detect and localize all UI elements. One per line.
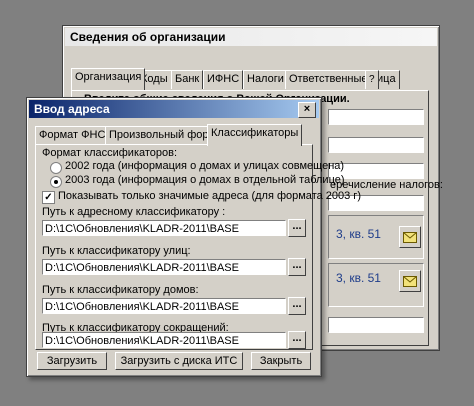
radio-2003-label: 2003 года (информация о домах в отдельно… <box>65 174 345 186</box>
streets-classifier-browse-button[interactable]: ... <box>288 258 306 276</box>
classifier-format-label: Формат классификаторов: <box>42 147 178 159</box>
legal-address-text: 3, кв. 51 <box>336 227 381 241</box>
tab-responsible-persons[interactable]: Ответственные лица <box>285 70 400 89</box>
help-icon[interactable]: ? <box>365 70 379 89</box>
tab-organization[interactable]: Организация <box>71 68 146 90</box>
dialog-title-text: Ввод адреса <box>34 102 110 116</box>
tab-ifns[interactable]: ИФНС <box>203 70 244 89</box>
classifiers-tab-body: Формат классификаторов: 2002 года (инфор… <box>35 144 361 350</box>
abbreviations-classifier-browse-button[interactable]: ... <box>288 331 306 349</box>
tab-taxes[interactable]: Налоги <box>243 70 288 89</box>
tab-classifiers[interactable]: Классификаторы <box>207 124 303 146</box>
close-button[interactable]: Закрыть <box>251 352 311 370</box>
address-classifier-label: Путь к адресному классификатору : <box>42 206 226 218</box>
streets-classifier-label: Путь к классификатору улиц: <box>42 245 191 257</box>
dialog-title: Ввод адреса × <box>29 100 319 118</box>
houses-classifier-label: Путь к классификатору домов: <box>42 284 199 296</box>
address-input-dialog: Ввод адреса × Формат ФНС Произвольный фо… <box>26 97 361 377</box>
radio-2002-label: 2002 года (информация о домах и улицах с… <box>65 160 345 172</box>
close-icon[interactable]: × <box>298 102 316 118</box>
streets-classifier-path-input[interactable]: D:\1C\Обновления\KLADR-2011\BASE <box>42 259 286 275</box>
tab-bank[interactable]: Банк <box>171 70 204 89</box>
org-field[interactable] <box>328 137 424 153</box>
address-classifier-path-input[interactable]: D:\1C\Обновления\KLADR-2011\BASE <box>42 220 286 236</box>
significant-addresses-checkbox[interactable]: ✓ <box>42 191 55 204</box>
address-classifier-browse-button[interactable]: ... <box>288 219 306 237</box>
load-from-its-disk-button[interactable]: Загрузить с диска ИТС <box>115 352 243 370</box>
actual-address-text: 3, кв. 51 <box>336 271 381 285</box>
envelope-icon[interactable] <box>399 226 421 248</box>
envelope-icon[interactable] <box>399 270 421 292</box>
houses-classifier-path-input[interactable]: D:\1C\Обновления\KLADR-2011\BASE <box>42 298 286 314</box>
org-field[interactable] <box>328 317 424 333</box>
significant-addresses-label: Показывать только значимые адреса (для ф… <box>58 190 361 202</box>
load-button[interactable]: Загрузить <box>37 352 107 370</box>
abbreviations-classifier-path-input[interactable]: D:\1C\Обновления\KLADR-2011\BASE <box>42 332 286 348</box>
radio-2002[interactable] <box>50 162 62 174</box>
window-title: Сведения об организации <box>65 28 437 46</box>
radio-2003[interactable] <box>50 176 62 188</box>
org-field[interactable] <box>328 109 424 125</box>
tab-fns-format[interactable]: Формат ФНС <box>35 126 110 145</box>
houses-classifier-browse-button[interactable]: ... <box>288 297 306 315</box>
